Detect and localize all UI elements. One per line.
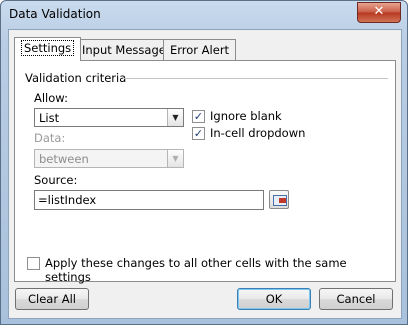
close-icon: ✕: [373, 4, 385, 19]
in-cell-dropdown-checkbox[interactable]: ✓: [192, 127, 205, 140]
clear-all-button[interactable]: Clear All: [15, 288, 89, 310]
apply-all-checkbox[interactable]: [27, 257, 40, 270]
checkmark-icon: ✓: [193, 127, 204, 140]
tab-error-alert[interactable]: Error Alert: [163, 39, 237, 60]
chevron-down-icon: ▼: [167, 109, 183, 126]
source-label: Source:: [34, 173, 78, 187]
window-title: Data Validation: [9, 7, 101, 21]
allow-select[interactable]: List ▼: [34, 108, 184, 127]
tab-input-message[interactable]: Input Message: [75, 39, 173, 60]
close-button[interactable]: ✕: [357, 2, 401, 23]
apply-all-label: Apply these changes to all other cells w…: [45, 256, 347, 284]
checkmark-icon: ✓: [193, 110, 204, 123]
in-cell-dropdown-label: In-cell dropdown: [210, 126, 306, 140]
dialog-body: Settings Input Message Error Alert Valid…: [8, 29, 402, 319]
tab-error-alert-label: Error Alert: [170, 43, 230, 57]
chevron-down-icon: ▼: [167, 150, 183, 167]
collapse-dialog-button[interactable]: [269, 190, 289, 209]
settings-panel: Validation criteria Allow: List ▼ ✓ Igno…: [14, 60, 396, 284]
allow-select-value: List: [39, 111, 60, 125]
title-bar: Data Validation ✕: [1, 1, 407, 28]
allow-label: Allow:: [34, 91, 68, 105]
tab-input-message-label: Input Message: [82, 43, 166, 57]
source-input[interactable]: =listIndex: [34, 190, 264, 210]
ignore-blank-checkbox[interactable]: ✓: [192, 110, 205, 123]
ok-button[interactable]: OK: [237, 288, 311, 310]
data-validation-dialog: Data Validation ✕ Settings Input Message…: [0, 0, 408, 325]
cancel-button[interactable]: Cancel: [319, 288, 393, 310]
ignore-blank-label: Ignore blank: [210, 109, 282, 123]
tab-settings-label: Settings: [21, 40, 75, 56]
validation-criteria-heading: Validation criteria: [25, 71, 127, 85]
group-divider: [123, 78, 388, 79]
source-input-value: =listIndex: [38, 193, 97, 207]
tab-settings[interactable]: Settings: [14, 37, 82, 61]
data-select-value: between: [39, 152, 89, 166]
data-label: Data:: [34, 131, 66, 145]
data-select: between ▼: [34, 149, 184, 168]
